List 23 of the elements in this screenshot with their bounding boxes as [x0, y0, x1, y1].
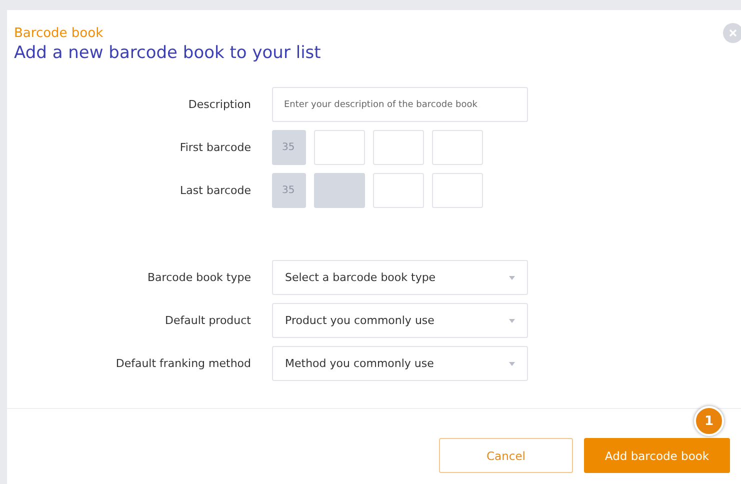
dialog-eyebrow: Barcode book — [14, 26, 104, 41]
dropdown[interactable]: Product you commonly use — [272, 303, 528, 338]
barcode-segment-field[interactable] — [432, 173, 483, 208]
cancel-button[interactable]: Cancel — [439, 438, 573, 473]
field-label: First barcode — [178, 141, 251, 154]
dropdown[interactable]: Method you commonly use — [272, 346, 528, 381]
field-label: Default franking method — [114, 357, 251, 370]
field-label: Default product — [164, 314, 251, 327]
barcode-segment-field[interactable] — [373, 130, 424, 165]
caret-icon — [509, 318, 515, 322]
barcode-segment-field[interactable] — [432, 130, 483, 165]
caret-icon — [509, 276, 515, 280]
field-label: Description — [187, 98, 251, 111]
dialog-title: Add a new barcode book to your list — [14, 43, 321, 63]
field-label: Last barcode — [179, 184, 251, 197]
description-field[interactable]: Enter your description of the barcode book — [272, 87, 528, 122]
field-label: Barcode book type — [146, 271, 251, 284]
barcode-segment-field[interactable] — [314, 130, 365, 165]
caret-icon — [509, 362, 515, 366]
barcode-segment-field[interactable] — [373, 173, 424, 208]
close-icon[interactable] — [723, 23, 741, 43]
dropdown[interactable]: Select a barcode book type — [272, 260, 528, 295]
step-badge: 1 — [694, 406, 724, 436]
